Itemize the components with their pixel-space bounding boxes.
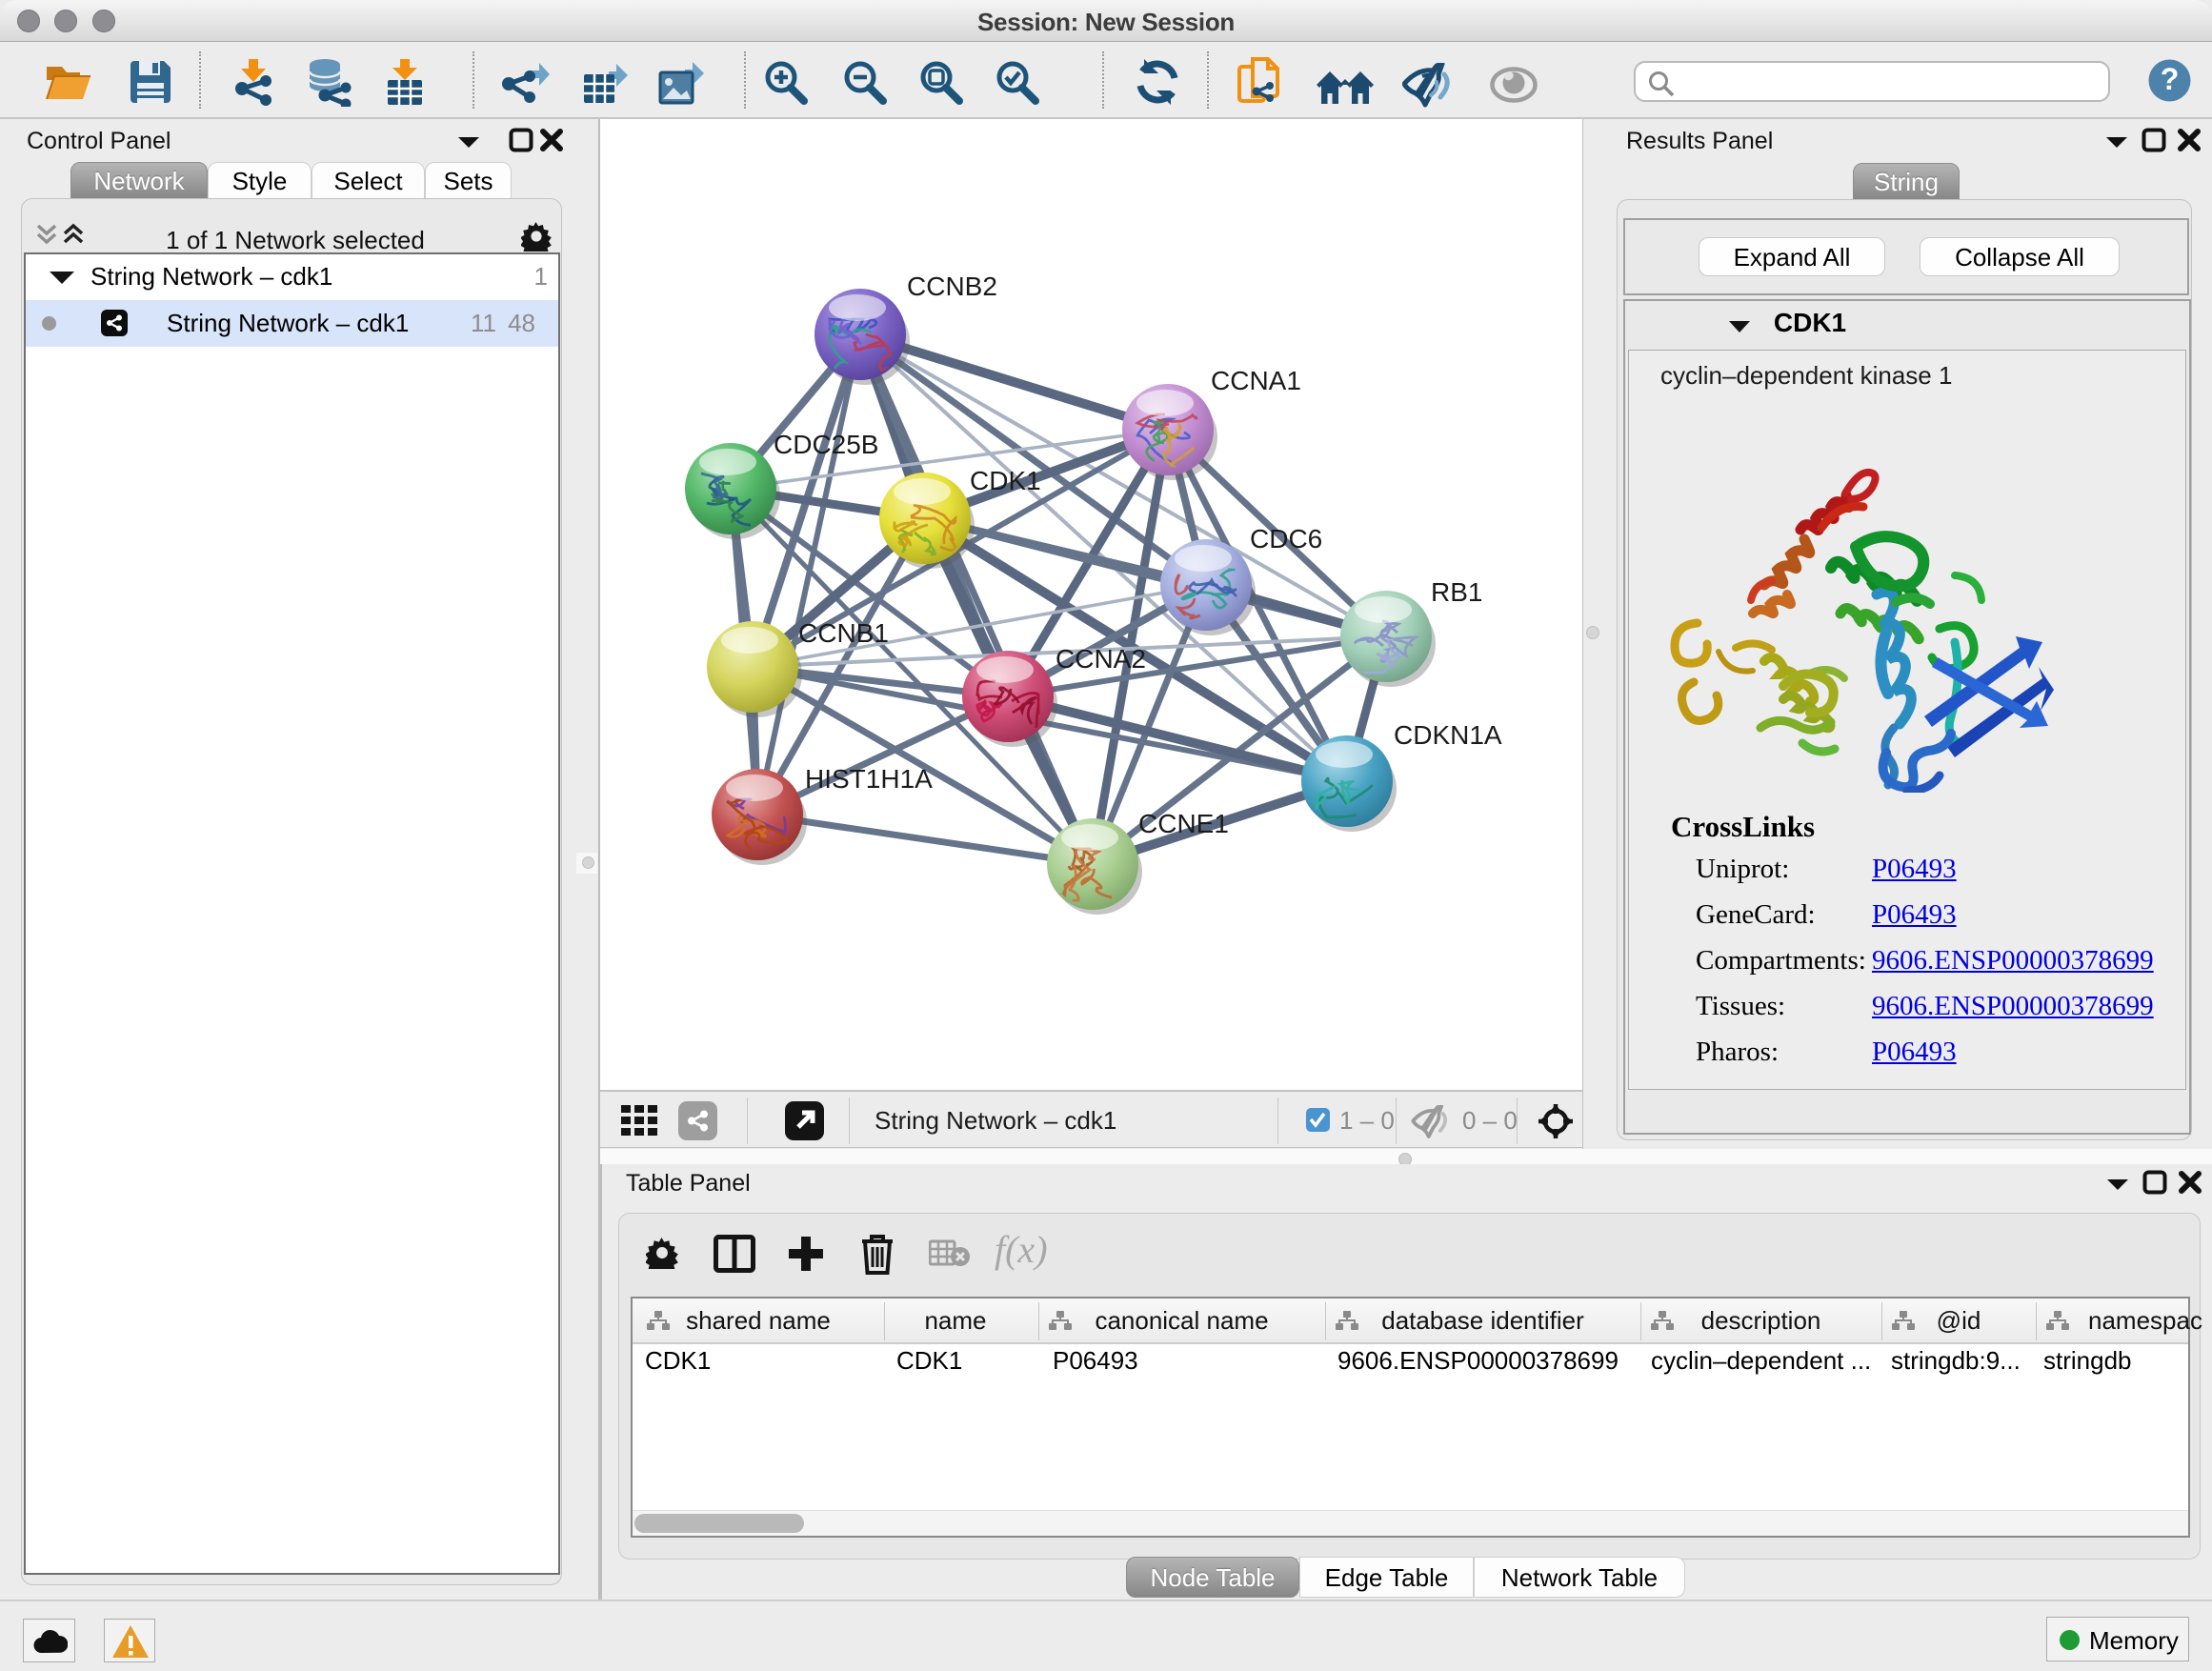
svg-text:CCNE1: CCNE1 (1138, 809, 1229, 838)
svg-text:CCNA2: CCNA2 (1056, 644, 1146, 674)
svg-text:RB1: RB1 (1431, 577, 1482, 607)
svg-text:CCNA1: CCNA1 (1211, 366, 1301, 395)
svg-text:HIST1H1A: HIST1H1A (805, 764, 933, 794)
svg-text:CCNB1: CCNB1 (798, 618, 889, 648)
svg-text:CDK1: CDK1 (970, 466, 1041, 495)
svg-text:CCNB2: CCNB2 (907, 272, 997, 301)
svg-text:CDKN1A: CDKN1A (1394, 720, 1502, 750)
svg-text:CDC25B: CDC25B (774, 430, 878, 459)
svg-text:?: ? (2161, 62, 2180, 96)
svg-text:CDC6: CDC6 (1250, 524, 1322, 554)
